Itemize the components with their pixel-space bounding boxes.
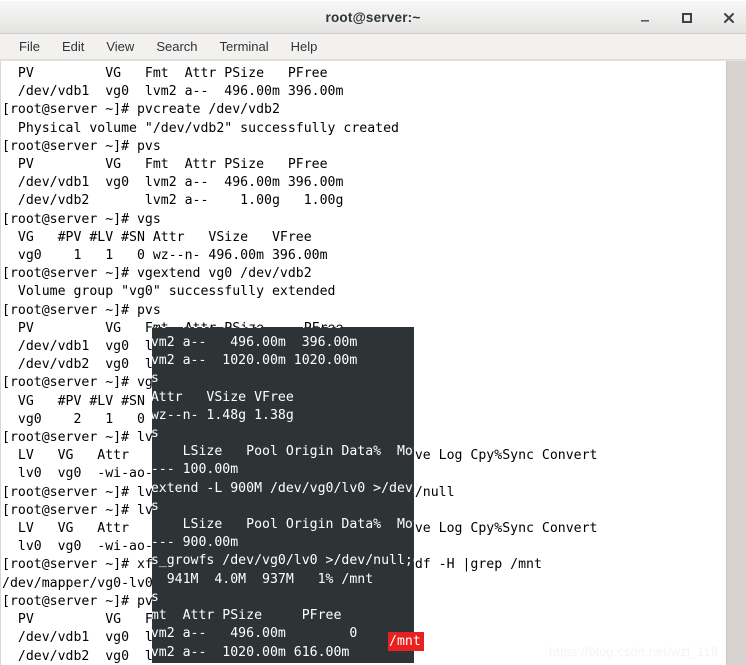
menu-item-view[interactable]: View	[95, 36, 145, 57]
terminal-left-edge	[0, 61, 1, 665]
menu-item-edit[interactable]: Edit	[51, 36, 95, 57]
menu-item-terminal[interactable]: Terminal	[209, 36, 280, 57]
menu-item-search[interactable]: Search	[145, 36, 208, 57]
menu-item-help[interactable]: Help	[280, 36, 329, 57]
menu-bar: File Edit View Search Terminal Help	[0, 34, 746, 60]
terminal-scrollbar[interactable]	[726, 61, 746, 665]
window-title: root@server:~	[325, 9, 421, 25]
minimize-button[interactable]	[634, 7, 656, 29]
terminal-area: PV VG Fmt Attr PSize PFree /dev/vdb1 vg0…	[0, 60, 746, 665]
menu-item-file[interactable]: File	[8, 36, 51, 57]
title-bar: root@server:~	[0, 0, 746, 34]
close-button[interactable]	[718, 7, 740, 29]
terminal-window: root@server:~ File Edit View Search Term…	[0, 0, 746, 665]
window-controls	[634, 1, 740, 35]
terminal-output: PV VG Fmt Attr PSize PFree /dev/vdb1 vg0…	[2, 66, 598, 664]
terminal-screen[interactable]: PV VG Fmt Attr PSize PFree /dev/vdb1 vg0…	[0, 61, 726, 665]
maximize-button[interactable]	[676, 7, 698, 29]
